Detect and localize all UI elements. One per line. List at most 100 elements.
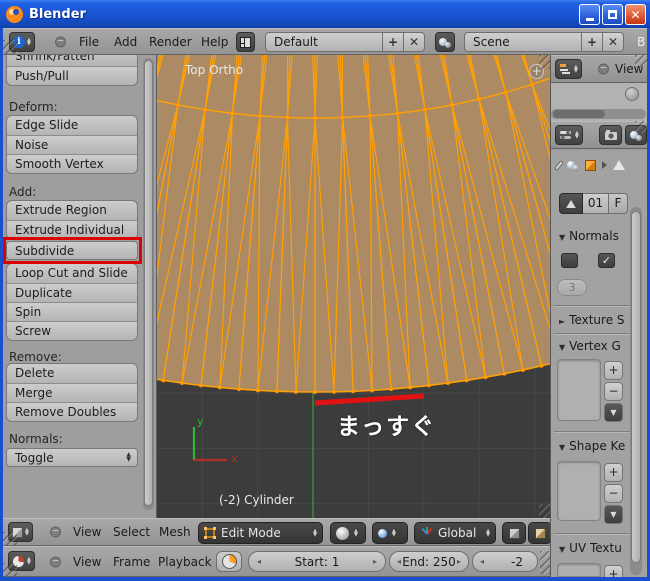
3d-viewport[interactable]: Top Ortho (-2) Cylinder まっすぐ + y x xyxy=(157,55,553,518)
datablock-icon-button[interactable] xyxy=(559,193,583,214)
button-duplicate[interactable]: Duplicate xyxy=(7,283,137,302)
button-edge-slide[interactable]: Edge Slide xyxy=(7,116,137,135)
viewport-shading-dropdown[interactable]: ▲ ▼ xyxy=(330,522,366,544)
collapse-menus-icon[interactable]: − xyxy=(55,36,66,47)
resize-grip[interactable] xyxy=(635,55,647,67)
checkbox-unchecked[interactable] xyxy=(561,253,578,268)
resize-grip[interactable] xyxy=(3,563,17,576)
button-screw[interactable]: Screw xyxy=(7,321,137,340)
uv-texture-list[interactable] xyxy=(557,563,601,577)
menu-add[interactable]: Add xyxy=(114,35,137,49)
outliner-scrollbar[interactable] xyxy=(551,109,646,119)
dropdown-toggle[interactable]: Toggle ▲ ▼ xyxy=(6,448,138,467)
menu-view[interactable]: View xyxy=(73,525,101,539)
time-display-button[interactable] xyxy=(216,551,242,572)
scene-add-button[interactable]: + xyxy=(582,32,603,52)
collapse-menus-icon[interactable]: − xyxy=(598,63,609,75)
decrement-icon[interactable]: ◂ xyxy=(480,557,484,566)
shape-key-remove-button[interactable]: − xyxy=(604,484,623,503)
scene-icon xyxy=(439,36,451,48)
menu-view[interactable]: View xyxy=(73,555,101,569)
vertex-group-specials-menu[interactable]: ▼ xyxy=(604,403,623,422)
resize-grip[interactable] xyxy=(3,40,18,54)
current-frame-field[interactable]: ◂ -2 xyxy=(472,551,538,572)
shape-key-add-button[interactable]: + xyxy=(604,463,623,482)
screen-layout-field[interactable]: Default xyxy=(265,32,383,52)
layout-icon xyxy=(240,36,251,48)
toolshelf-scrollbar[interactable] xyxy=(143,58,154,510)
outliner-content[interactable] xyxy=(551,83,647,121)
menu-file[interactable]: File xyxy=(79,35,99,49)
button-shrink-fatten[interactable]: Shrink/Fatten xyxy=(7,55,137,66)
button-noise[interactable]: Noise xyxy=(7,135,137,154)
frame-end-field[interactable]: ◂ End: 250 ▸ xyxy=(389,551,469,572)
menu-playback[interactable]: Playback xyxy=(158,555,212,569)
editor-type-selector-properties[interactable]: ▲ ▼ xyxy=(555,125,583,145)
scrollbar-thumb[interactable] xyxy=(553,110,605,118)
button-spin[interactable]: Spin xyxy=(7,302,137,321)
vertex-groups-list[interactable] xyxy=(557,359,601,421)
button-remove-doubles[interactable]: Remove Doubles xyxy=(7,402,137,421)
uv-texture-add-button[interactable]: + xyxy=(604,565,623,577)
collapse-menus-icon[interactable]: − xyxy=(50,556,61,567)
button-extrude-region[interactable]: Extrude Region xyxy=(7,201,137,220)
menu-mesh[interactable]: Mesh xyxy=(159,525,191,539)
button-smooth-vertex[interactable]: Smooth Vertex xyxy=(7,154,137,173)
maximize-button[interactable] xyxy=(602,4,623,25)
shape-keys-list[interactable] xyxy=(557,461,601,521)
button-delete[interactable]: Delete xyxy=(7,364,137,383)
vertex-group-add-button[interactable]: + xyxy=(604,361,623,380)
properties-breadcrumb xyxy=(553,159,625,171)
mode-dropdown[interactable]: Edit Mode ▲ ▼ xyxy=(198,522,323,544)
properties-scrollbar[interactable] xyxy=(630,207,642,575)
scrollbar-thumb[interactable] xyxy=(144,60,153,506)
decrement-icon[interactable]: ◂ xyxy=(257,557,261,566)
scene-field[interactable]: Scene xyxy=(464,32,582,52)
frame-start-field[interactable]: ◂ Start: 1 ▸ xyxy=(248,551,386,572)
resize-grip[interactable] xyxy=(635,121,647,133)
scrollbar-thumb[interactable] xyxy=(631,211,641,563)
button-loop-cut-and-slide[interactable]: Loop Cut and Slide xyxy=(7,264,137,283)
decrement-icon[interactable]: ◂ xyxy=(397,557,401,566)
label-normals: Normals: xyxy=(9,432,63,446)
snap-toggle-button[interactable] xyxy=(502,522,526,544)
menu-render[interactable]: Render xyxy=(149,35,192,49)
panel-header-normals[interactable]: ▼ Normals xyxy=(559,229,619,243)
layout-delete-button[interactable]: ✕ xyxy=(404,32,425,52)
datablock-name-field[interactable]: 01 xyxy=(583,193,609,214)
panel-header-texture-space[interactable]: ► Texture S xyxy=(559,313,625,327)
snap-element-button[interactable] xyxy=(528,522,552,544)
resize-grip[interactable] xyxy=(3,532,17,545)
pin-icon[interactable] xyxy=(553,159,565,171)
label-deform: Deform: xyxy=(9,100,58,114)
transform-orientation-dropdown[interactable]: Global ▲ ▼ xyxy=(414,522,496,544)
increment-icon[interactable]: ▸ xyxy=(373,557,377,566)
panel-header-vertex-groups[interactable]: ▼ Vertex G xyxy=(559,339,621,353)
close-button[interactable]: ✕ xyxy=(625,4,646,25)
menu-help[interactable]: Help xyxy=(201,35,228,49)
editor-type-selector-outliner[interactable]: ▲ ▼ xyxy=(555,59,582,79)
button-merge[interactable]: Merge xyxy=(7,383,137,402)
panel-header-shape-keys[interactable]: ▼ Shape Ke xyxy=(559,439,625,453)
panel-header-uv-texture[interactable]: ▼ UV Textu xyxy=(559,541,622,555)
chevron-updown-icon: ▲ ▼ xyxy=(313,528,317,538)
collapse-menus-icon[interactable]: − xyxy=(50,526,61,538)
shape-key-specials-menu[interactable]: ▼ xyxy=(604,505,623,524)
fake-user-button[interactable]: F xyxy=(609,193,628,214)
menu-frame[interactable]: Frame xyxy=(113,555,150,569)
angle-slider[interactable]: 3 xyxy=(557,279,587,296)
vertex-group-remove-button[interactable]: − xyxy=(604,382,623,401)
menu-select[interactable]: Select xyxy=(113,525,150,539)
layout-add-button[interactable]: + xyxy=(383,32,404,52)
pivot-point-dropdown[interactable]: ▲ ▼ xyxy=(372,522,408,544)
scene-delete-button[interactable]: ✕ xyxy=(603,32,624,52)
frame-end-value: End: 250 xyxy=(402,554,456,569)
scene-icon-button[interactable] xyxy=(435,32,455,52)
checkbox-checked[interactable]: ✓ xyxy=(598,253,615,268)
maximize-icon xyxy=(608,10,617,19)
minimize-button[interactable] xyxy=(579,4,600,25)
button-push-pull[interactable]: Push/Pull xyxy=(7,66,137,85)
screen-layout-icon-button[interactable] xyxy=(236,32,255,52)
tab-render[interactable] xyxy=(599,125,622,145)
increment-icon[interactable]: ▸ xyxy=(457,557,461,566)
